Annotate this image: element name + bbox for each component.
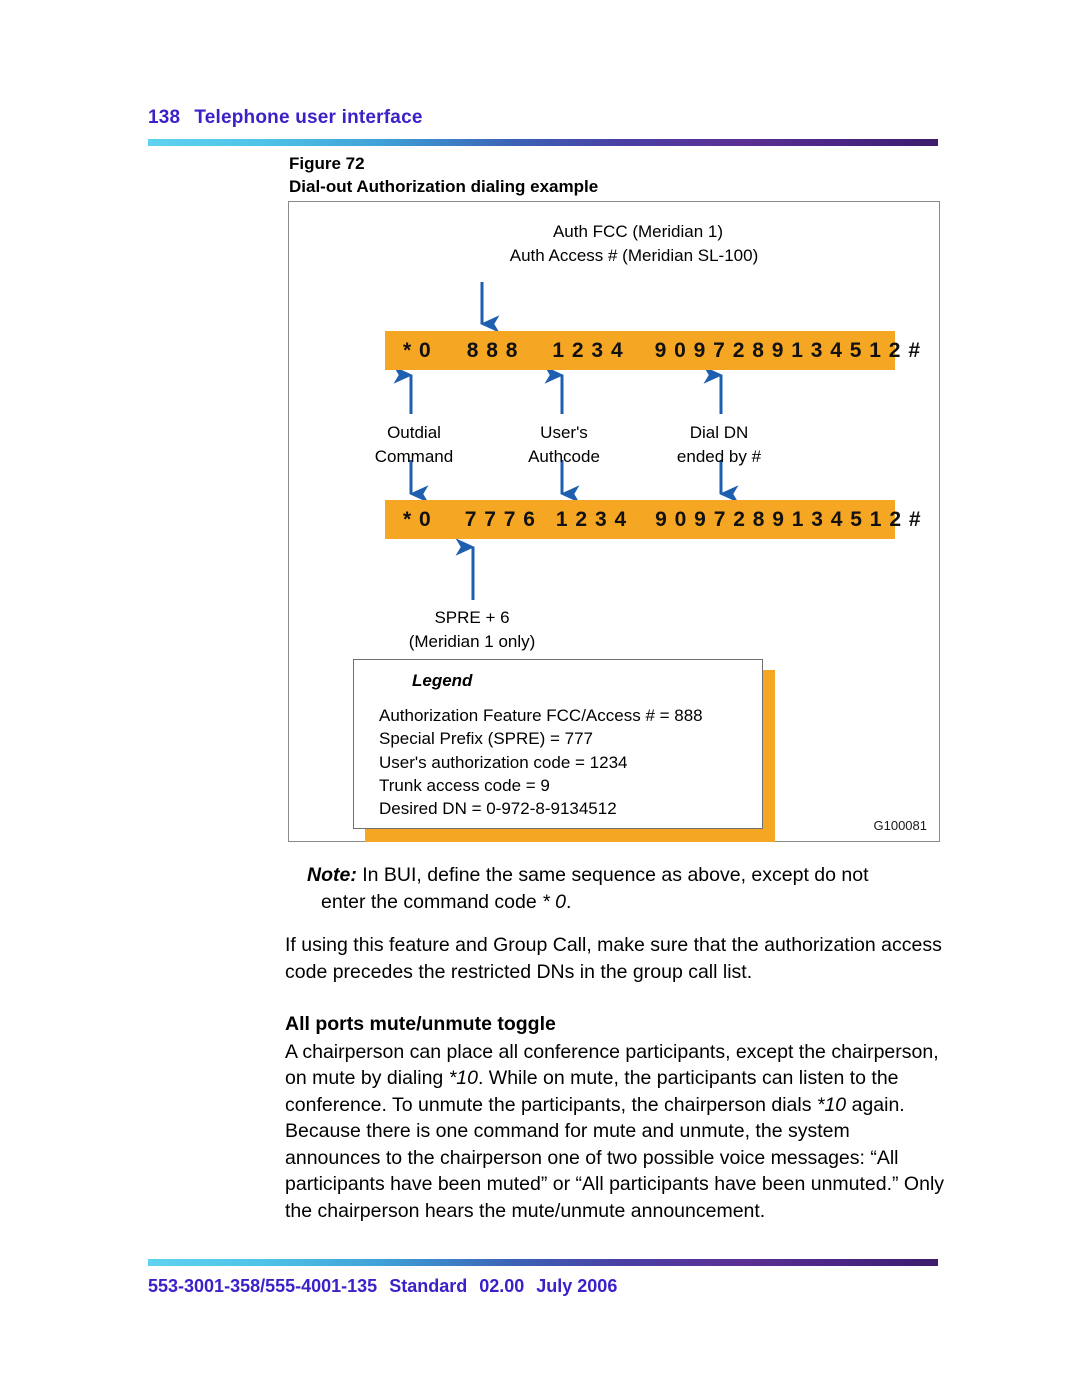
page-footer: 553-3001-358/555-4001-135 Standard 02.00 Ju… <box>148 1276 617 1297</box>
label-authcode-line-1: User's <box>540 423 588 442</box>
footer-rule <box>148 1259 938 1266</box>
dial-sequence-bar-spre: * 0 7 7 7 6 1 2 3 4 9 0 9 7 2 8 9 1 3 4 … <box>385 500 921 539</box>
legend-item: Trunk access code = 9 <box>379 775 550 795</box>
label-authcode-line-2: Authcode <box>528 447 600 467</box>
footer-standard: Standard <box>389 1276 468 1296</box>
mute-dial-code-2: *10 <box>816 1093 847 1116</box>
footer-version: 02.00 <box>479 1276 525 1296</box>
figure-number: Figure 72 <box>289 154 365 173</box>
mute-dial-code-1: *10 <box>448 1067 478 1090</box>
top-callout-line-2: Auth Access # (Meridian SL-100) <box>509 246 759 266</box>
footer-doc-codes: 553-3001-358/555-4001-135 <box>148 1276 378 1296</box>
paragraph-mute-toggle: A chairperson can place all conference p… <box>285 1039 950 1225</box>
label-spre-line-1: SPRE + 6 <box>434 608 510 627</box>
legend-box: Legend Authorization Feature FCC/Access … <box>353 659 763 829</box>
note-text-c: . <box>566 890 572 913</box>
note-text-b: enter the command code <box>321 890 543 913</box>
note-command-code: * 0 <box>542 890 566 913</box>
note-lead: Note: <box>307 864 357 886</box>
figure-id: G100081 <box>873 818 928 833</box>
bar2-dialed-number: 9 0 9 7 2 8 9 1 3 4 5 1 2 # <box>655 507 922 531</box>
label-dial-dn: Dial DN ended by # <box>644 421 794 469</box>
bar1-fcc-code: 8 8 8 <box>466 338 519 362</box>
note-block: Note: In BUI, define the same sequence a… <box>307 862 947 915</box>
bar1-auth-code: 1 2 3 4 <box>552 338 624 362</box>
legend-item: Desired DN = 0-972-8-9134512 <box>379 799 617 819</box>
note-second-line: enter the command code * 0. <box>307 889 947 916</box>
figure-title: Dial-out Authorization dialing example <box>289 177 599 197</box>
label-outdial-line-1: Outdial <box>387 423 441 442</box>
label-dialdn-line-1: Dial DN <box>689 423 749 442</box>
page-header: 138 Telephone user interface <box>148 107 423 129</box>
footer-date: July 2006 <box>536 1276 618 1296</box>
section-heading-mute-toggle: All ports mute/unmute toggle <box>285 1013 556 1036</box>
header-rule <box>148 139 938 146</box>
bar2-spre-code: 7 7 7 6 <box>464 507 536 531</box>
bar1-command-code: * 0 <box>403 338 432 362</box>
label-dialdn-line-2: ended by # <box>676 447 762 467</box>
paragraph-group-call: If using this feature and Group Call, ma… <box>285 934 942 983</box>
label-users-authcode: User's Authcode <box>499 421 629 469</box>
body-content: If using this feature and Group Call, ma… <box>285 932 950 1250</box>
legend-item: Special Prefix (SPRE) = 777 <box>379 729 594 749</box>
dial-sequence-bar-meridian-1: * 0 8 8 8 1 2 3 4 9 0 9 7 2 8 9 1 3 4 5 … <box>385 331 920 370</box>
page-header-title: Telephone user interface <box>194 107 423 128</box>
figure-frame: Auth FCC (Meridian 1) Auth Access # (Mer… <box>288 201 940 842</box>
figure-caption: Figure 72 Dial-out Authorization dialing… <box>289 152 598 199</box>
legend-title: Legend <box>412 671 473 690</box>
note-text-a: In BUI, define the same sequence as abov… <box>356 864 869 886</box>
bar2-command-code: * 0 <box>403 507 432 531</box>
label-outdial-line-2: Command <box>374 447 454 467</box>
label-outdial-command: Outdial Command <box>349 421 479 469</box>
bar2-auth-code: 1 2 3 4 <box>555 507 628 531</box>
page-number: 138 <box>148 107 181 128</box>
label-spre: SPRE + 6 (Meridian 1 only) <box>377 606 567 654</box>
label-spre-line-2: (Meridian 1 only) <box>408 632 536 652</box>
legend-item: User's authorization code = 1234 <box>379 752 628 772</box>
top-callout-line-1: Auth FCC (Meridian 1) <box>552 222 724 241</box>
legend-list: Authorization Feature FCC/Access # = 888… <box>379 704 762 820</box>
top-callout-label: Auth FCC (Meridian 1) Auth Access # (Mer… <box>289 220 939 268</box>
bar1-dialed-number: 9 0 9 7 2 8 9 1 3 4 5 1 2 # <box>654 338 921 362</box>
legend-item: Authorization Feature FCC/Access # = 888 <box>379 706 703 725</box>
